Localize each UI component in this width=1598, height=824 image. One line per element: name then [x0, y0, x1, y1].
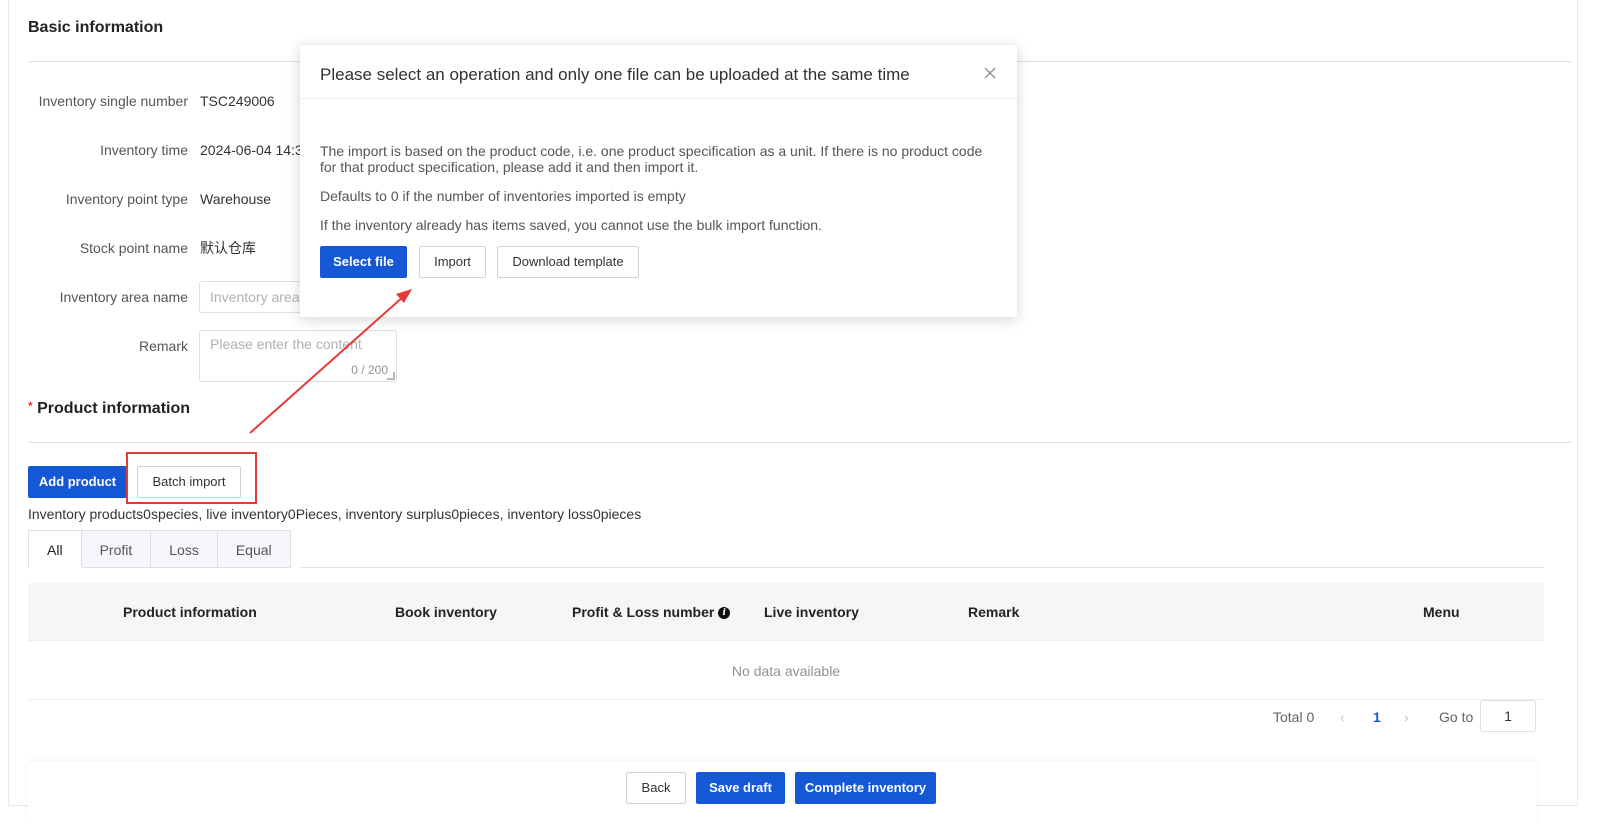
col-live-inventory: Live inventory [764, 604, 859, 620]
product-info-divider [28, 442, 1572, 443]
pager-total: Total 0 [1273, 709, 1315, 725]
field-value: 2024-06-04 14:33 [200, 142, 311, 158]
inventory-summary: Inventory products0species, live invento… [28, 506, 642, 522]
field-label: Remark [138, 338, 188, 354]
field-label: Inventory area name [59, 289, 188, 305]
tab-equal[interactable]: Equal [217, 530, 291, 568]
tab-all[interactable]: All [28, 530, 82, 568]
remark-char-count: 0 / 200 [351, 363, 388, 377]
remark-textarea[interactable]: Please enter the content 0 / 200 [199, 330, 397, 382]
pager-current-page[interactable]: 1 [1373, 700, 1381, 734]
remark-placeholder: Please enter the content [210, 336, 362, 352]
empty-table-message: No data available [28, 642, 1544, 700]
product-info-title: * Product information [28, 399, 190, 418]
field-label: Inventory single number [38, 93, 188, 109]
select-file-button[interactable]: Select file [320, 246, 407, 278]
col-profit-loss-label: Profit & Loss number [572, 604, 715, 620]
import-button[interactable]: Import [419, 246, 486, 278]
pager-goto-input[interactable]: 1 [1480, 700, 1536, 732]
dialog-title: Please select an operation and only one … [320, 65, 910, 84]
complete-inventory-button[interactable]: Complete inventory [795, 772, 936, 804]
upload-dialog: Please select an operation and only one … [300, 45, 1017, 317]
footer-bar: Back Save draft Complete inventory [28, 762, 1536, 824]
basic-info-title: Basic information [28, 19, 164, 36]
annotation-highlight-box [126, 452, 257, 504]
resize-grip-icon[interactable] [387, 372, 395, 380]
dialog-info-line-3: If the inventory already has items saved… [320, 217, 822, 233]
col-product-info: Product information [123, 604, 257, 620]
required-mark: * [28, 399, 33, 413]
next-page-icon[interactable]: › [1404, 700, 1409, 734]
prev-page-icon[interactable]: ‹ [1340, 700, 1345, 734]
product-info-title-text: Product information [37, 400, 191, 417]
download-template-button[interactable]: Download template [497, 246, 639, 278]
col-remark: Remark [968, 604, 1020, 620]
pager-goto-label: Go to [1439, 709, 1474, 725]
field-label: Stock point name [79, 240, 188, 256]
tab-loss[interactable]: Loss [151, 530, 218, 568]
save-draft-button[interactable]: Save draft [696, 772, 785, 804]
col-menu: Menu [1423, 604, 1460, 620]
field-value: TSC249006 [200, 93, 275, 109]
dialog-info-line-2: Defaults to 0 if the number of inventori… [320, 188, 686, 204]
field-remark: Remark Please enter the content 0 / 200 [28, 330, 928, 382]
pagination: Total 0 ‹ 1 › Go to 1 [0, 700, 1598, 734]
field-label: Inventory time [100, 142, 188, 158]
dialog-header-divider [300, 98, 1017, 99]
field-value: 默认仓库 [200, 240, 256, 256]
close-icon[interactable] [983, 66, 997, 80]
table-header: Product information Book inventory Profi… [28, 583, 1544, 641]
field-value: Warehouse [200, 191, 272, 207]
back-button[interactable]: Back [626, 772, 686, 804]
info-icon[interactable]: i [718, 607, 731, 619]
tab-profit[interactable]: Profit [81, 530, 152, 568]
col-book-inventory: Book inventory [395, 604, 497, 620]
col-profit-loss: Profit & Loss number i [572, 583, 731, 641]
dialog-info-line-1: The import is based on the product code,… [320, 143, 983, 175]
add-product-button[interactable]: Add product [28, 466, 127, 498]
field-label: Inventory point type [65, 191, 188, 207]
tabs-divider [301, 567, 1544, 568]
filter-tabs: All Profit Loss Equal [28, 530, 291, 568]
